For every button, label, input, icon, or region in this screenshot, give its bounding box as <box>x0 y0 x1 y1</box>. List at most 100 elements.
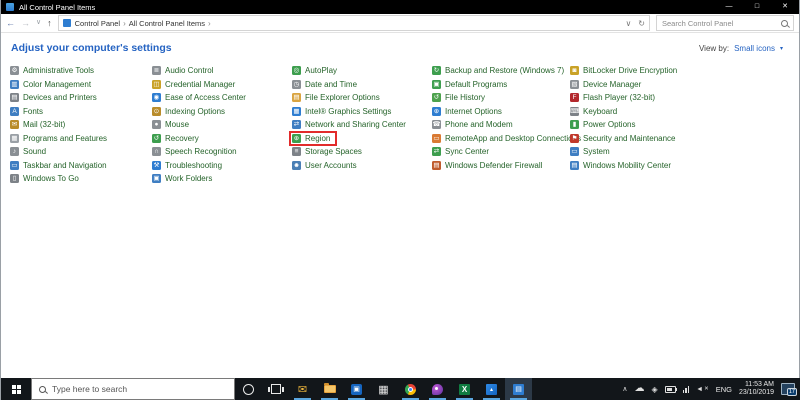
control-panel-item[interactable]: ◷ Date and Time <box>291 78 431 92</box>
control-panel-item[interactable]: ▤ Windows Mobility Center <box>569 159 797 173</box>
control-panel-item[interactable]: ⚑ Security and Maintenance <box>569 132 797 146</box>
address-bar[interactable]: Control Panel › All Control Panel Items › ∨… <box>57 15 650 31</box>
control-panel-item[interactable]: ✉ Mail (32-bit) <box>9 118 151 132</box>
calculator-taskbar-button[interactable]: ▦ <box>370 378 397 400</box>
up-button-icon[interactable]: ↑ <box>47 14 52 32</box>
recent-pages-dropdown-icon[interactable]: ∨ <box>36 14 41 32</box>
item-label: BitLocker Drive Encryption <box>583 66 678 76</box>
control-panel-item[interactable]: ▮ Power Options <box>569 118 797 132</box>
titlebar: All Control Panel Items — □ ✕ <box>1 0 799 14</box>
control-panel-item[interactable]: ▦ Programs and Features <box>9 132 151 146</box>
item-label: Mail (32-bit) <box>23 120 66 130</box>
excel-taskbar-button[interactable]: X <box>451 378 478 400</box>
breadcrumb-separator-icon[interactable]: › <box>207 19 212 28</box>
breadcrumb-separator-icon[interactable]: › <box>122 19 127 28</box>
control-panel-item[interactable]: A Fonts <box>9 105 151 119</box>
control-panel-item[interactable]: ☻ User Accounts <box>291 159 431 173</box>
control-panel-item[interactable]: ≡ Storage Spaces <box>291 145 431 159</box>
item-label: Windows Mobility Center <box>583 160 672 170</box>
control-panel-item[interactable]: ◙ BitLocker Drive Encryption <box>569 64 797 78</box>
control-panel-item[interactable]: ▧ Device Manager <box>569 78 797 92</box>
control-panel-item[interactable]: ▦ Intel® Graphics Settings <box>291 105 431 119</box>
chevron-down-icon[interactable]: ▾ <box>780 45 783 52</box>
network-signal-icon[interactable] <box>682 385 690 393</box>
control-panel-item[interactable]: ◎ AutoPlay <box>291 64 431 78</box>
control-panel-item[interactable]: ⊕ Internet Options <box>431 105 569 119</box>
control-panel-item[interactable]: ⇄ Network and Sharing Center <box>291 118 431 132</box>
control-panel-item[interactable]: ▭ System <box>569 145 797 159</box>
cortana-taskbar-button[interactable] <box>235 378 262 400</box>
control-panel-item[interactable]: ♪ Sound <box>9 145 151 159</box>
control-panel-item[interactable]: ● Mouse <box>151 118 291 132</box>
store-taskbar-button[interactable]: ▣ <box>343 378 370 400</box>
file-explorer-taskbar-button[interactable] <box>316 378 343 400</box>
control-panel-item[interactable]: ▣ Work Folders <box>151 172 291 186</box>
battery-icon[interactable] <box>664 385 677 393</box>
photos-taskbar-button[interactable]: ▴ <box>478 378 505 400</box>
taskbar-search-input[interactable]: Type here to search <box>31 378 235 400</box>
control-panel-item[interactable]: F Flash Player (32-bit) <box>569 91 797 105</box>
control-panel-item[interactable]: ≣ Audio Control <box>151 64 291 78</box>
chrome-taskbar-button[interactable] <box>397 378 424 400</box>
onedrive-icon[interactable]: ☁ <box>634 384 644 394</box>
breadcrumb-item[interactable]: Control Panel <box>75 19 120 28</box>
language-indicator[interactable]: ENG <box>716 385 732 394</box>
start-button[interactable] <box>1 378 31 400</box>
item-label: Color Management <box>23 79 92 89</box>
paint-3d-icon <box>432 383 443 395</box>
breadcrumb-item[interactable]: All Control Panel Items <box>129 19 205 28</box>
control-panel-item[interactable]: ◫ Credential Manager <box>151 78 291 92</box>
control-panel-search-input[interactable]: Search Control Panel <box>656 15 794 31</box>
item-label: Power Options <box>583 120 636 130</box>
control-panel-item[interactable]: ▭ RemoteApp and Desktop Connections <box>431 132 581 146</box>
control-panel-item[interactable]: ▭ Taskbar and Navigation <box>9 159 151 173</box>
refresh-icon[interactable]: ↻ <box>638 19 645 28</box>
control-panel-item[interactable]: ▤ Windows Defender Firewall <box>431 159 569 173</box>
maximize-button[interactable]: □ <box>743 0 771 14</box>
minimize-button[interactable]: — <box>715 0 743 14</box>
control-panel-item[interactable]: ◉ Ease of Access Center <box>151 91 291 105</box>
control-panel-item[interactable]: ▯ Windows To Go <box>9 172 151 186</box>
items-column: ⚙ Administrative Tools ▥ Color Management ▤ D… <box>9 64 151 186</box>
control-panel-item[interactable]: ⊙ Indexing Options <box>151 105 291 119</box>
control-panel-item[interactable]: ⌨ Keyboard <box>569 105 797 119</box>
highlighted-item[interactable]: ⊕ Region <box>291 133 335 144</box>
volume-muted-icon[interactable]: ◄ ✕ <box>696 386 709 393</box>
item-label: File History <box>445 93 486 103</box>
control-panel-item[interactable]: ↻ Backup and Restore (Windows 7) <box>431 64 569 78</box>
item-label: Intel® Graphics Settings <box>305 106 392 116</box>
control-panel-item[interactable]: ▤ File Explorer Options <box>291 91 431 105</box>
autoplay-icon: ◎ <box>292 66 301 76</box>
control-panel-taskbar-button[interactable]: ▤ <box>505 378 532 400</box>
control-panel-item[interactable]: ∩ Speech Recognition <box>151 145 291 159</box>
control-panel-item[interactable]: ⊕ Region <box>291 132 431 146</box>
control-panel-item[interactable]: ⚙ Administrative Tools <box>9 64 151 78</box>
item-label: Flash Player (32-bit) <box>583 93 656 103</box>
control-panel-item[interactable]: ↺ File History <box>431 91 569 105</box>
notification-badge-icon[interactable]: 17 <box>781 383 797 396</box>
item-label: Speech Recognition <box>165 147 237 157</box>
show-hidden-icons-icon[interactable]: ∧ <box>622 385 627 393</box>
clock[interactable]: 11:53 AM 23/10/2019 <box>739 381 774 398</box>
view-by-value[interactable]: Small icons <box>734 44 775 53</box>
control-panel-item[interactable]: ⇄ Sync Center <box>431 145 569 159</box>
control-panel-item[interactable]: ⚒ Troubleshooting <box>151 159 291 173</box>
control-panel-window: All Control Panel Items — □ ✕ ← → ∨ ↑ Co… <box>0 0 800 400</box>
control-panel-item[interactable]: ▥ Color Management <box>9 78 151 92</box>
address-dropdown-icon[interactable]: ∨ <box>625 19 631 28</box>
flash-player-icon: F <box>570 93 579 103</box>
close-button[interactable]: ✕ <box>771 0 799 14</box>
control-panel-item[interactable]: ▤ Devices and Printers <box>9 91 151 105</box>
control-panel-item[interactable]: ↺ Recovery <box>151 132 291 146</box>
navigation-toolbar: ← → ∨ ↑ Control Panel › All Control Panel … <box>1 14 799 33</box>
control-panel-item[interactable]: ☎ Phone and Modem <box>431 118 569 132</box>
control-panel-taskbar-icon: ▤ <box>513 383 524 395</box>
task-view-taskbar-button[interactable] <box>262 378 289 400</box>
power-options-icon: ▮ <box>570 120 579 130</box>
control-panel-item[interactable]: ▣ Default Programs <box>431 78 569 92</box>
mail-taskbar-button[interactable]: ✉ <box>289 378 316 400</box>
paint3d-taskbar-button[interactable] <box>424 378 451 400</box>
back-button-icon[interactable]: ← <box>6 14 15 32</box>
dropbox-icon[interactable]: ◈ <box>651 385 657 394</box>
credential-manager-icon: ◫ <box>152 79 161 89</box>
